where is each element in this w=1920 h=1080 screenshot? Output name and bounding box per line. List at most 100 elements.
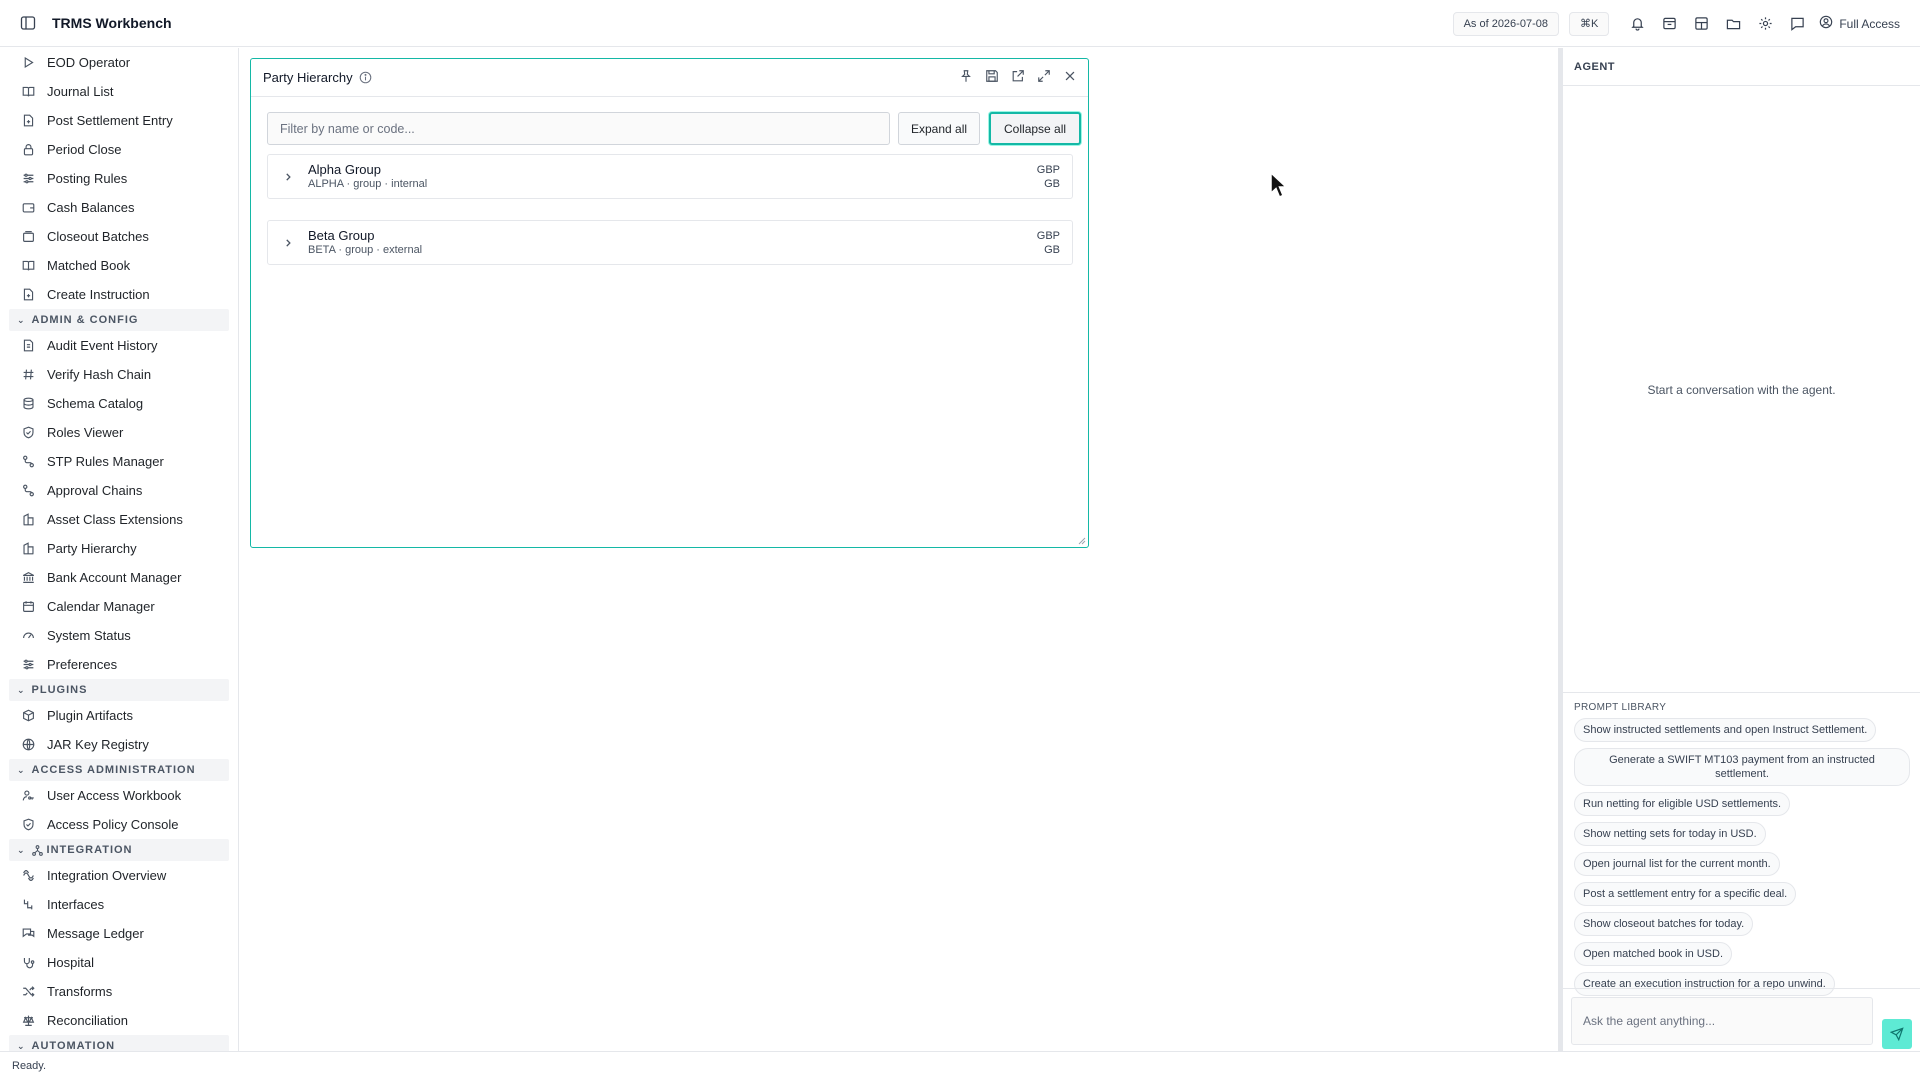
gauge-icon	[21, 629, 35, 643]
sidebar-item-label: Bank Account Manager	[47, 570, 182, 585]
filter-input[interactable]	[267, 112, 890, 145]
route-icon	[21, 455, 35, 469]
send-icon	[1890, 1027, 1904, 1041]
chevron-down-icon: ⌄	[17, 314, 26, 325]
sidebar-item-audit-event-history[interactable]: Audit Event History	[0, 331, 238, 360]
section-label: AUTOMATION	[31, 1040, 116, 1051]
document-plus-icon	[21, 114, 35, 128]
sidebar-item-create-instruction[interactable]: Create Instruction	[0, 280, 238, 309]
save-icon[interactable]	[984, 68, 1000, 84]
sidebar-item-matched-book[interactable]: Matched Book	[0, 251, 238, 280]
sidebar-item-period-close[interactable]: Period Close	[0, 135, 238, 164]
expand-all-button[interactable]: Expand all	[898, 112, 981, 145]
sidebar-item-interfaces[interactable]: Interfaces	[0, 890, 238, 919]
party-currency: GBP	[1036, 230, 1060, 242]
access-level-indicator[interactable]: Full Access	[1819, 15, 1900, 32]
resize-handle-icon[interactable]	[1078, 537, 1086, 545]
building-icon	[21, 513, 35, 527]
sidebar-item-verify-hash-chain[interactable]: Verify Hash Chain	[0, 360, 238, 389]
party-names: Beta Group BETA · group · external	[308, 228, 422, 257]
top-bar: TRMS Workbench As of 2026-07-08 ⌘K Full …	[0, 0, 1920, 47]
sidebar-item-reconciliation[interactable]: Reconciliation	[0, 1006, 238, 1035]
prompt-chip[interactable]: Show closeout batches for today.	[1574, 912, 1754, 936]
user-circle-icon	[1819, 15, 1833, 32]
sidebar-item-stp-rules-manager[interactable]: STP Rules Manager	[0, 447, 238, 476]
status-text: Ready.	[12, 1060, 47, 1072]
sidebar-item-journal-list[interactable]: Journal List	[0, 77, 238, 106]
prompt-chip[interactable]: Post a settlement entry for a specific d…	[1574, 882, 1797, 906]
sidebar-item-user-access-workbook[interactable]: User Access Workbook	[0, 781, 238, 810]
prompt-chip[interactable]: Show netting sets for today in USD.	[1574, 822, 1766, 846]
archive-icon[interactable]	[1660, 15, 1678, 33]
info-icon[interactable]	[359, 71, 372, 84]
party-meta: BETA · group · external	[308, 244, 423, 256]
sidebar-section-integration[interactable]: ⌄ INTEGRATION	[9, 839, 229, 861]
sidebar-item-approval-chains[interactable]: Approval Chains	[0, 476, 238, 505]
sidebar-item-roles-viewer[interactable]: Roles Viewer	[0, 418, 238, 447]
sidebar-section-access-administration[interactable]: ⌄ ACCESS ADMINISTRATION	[9, 759, 229, 781]
sidebar-item-calendar-manager[interactable]: Calendar Manager	[0, 592, 238, 621]
collapse-all-button[interactable]: Collapse all	[989, 112, 1082, 145]
sidebar-item-cash-balances[interactable]: Cash Balances	[0, 193, 238, 222]
prompt-chip[interactable]: Generate a SWIFT MT103 payment from an i…	[1574, 748, 1910, 786]
prompt-chip[interactable]: Run netting for eligible USD settlements…	[1574, 792, 1791, 816]
sidebar-item-asset-class-extensions[interactable]: Asset Class Extensions	[0, 505, 238, 534]
sidebar-item-hospital[interactable]: Hospital	[0, 948, 238, 977]
party-row-beta-group[interactable]: Beta Group BETA · group · external GBP G…	[267, 220, 1073, 265]
sidebar-item-label: System Status	[47, 628, 131, 643]
close-icon[interactable]	[1062, 68, 1078, 84]
send-button[interactable]	[1882, 1019, 1912, 1049]
sidebar-item-label: Post Settlement Entry	[47, 113, 173, 128]
sidebar-item-message-ledger[interactable]: Message Ledger	[0, 919, 238, 948]
sidebar-item-eod-operator[interactable]: EOD Operator	[0, 48, 238, 77]
command-palette-button[interactable]: ⌘K	[1568, 11, 1610, 36]
prompt-chip[interactable]: Show instructed settlements and open Ins…	[1574, 718, 1877, 742]
sidebar-item-label: Message Ledger	[47, 926, 144, 941]
sidebar-section-automation[interactable]: ⌄ AUTOMATION	[9, 1035, 229, 1051]
gear-icon[interactable]	[1756, 15, 1774, 33]
database-icon	[21, 397, 35, 411]
bell-icon[interactable]	[1628, 15, 1646, 33]
maximize-icon[interactable]	[1036, 68, 1052, 84]
sidebar-item-posting-rules[interactable]: Posting Rules	[0, 164, 238, 193]
lock-icon	[21, 143, 35, 157]
sidebar-section-admin-config[interactable]: ⌄ ADMIN & CONFIG	[9, 309, 229, 331]
sidebar-item-access-policy-console[interactable]: Access Policy Console	[0, 810, 238, 839]
sidebar-item-schema-catalog[interactable]: Schema Catalog	[0, 389, 238, 418]
external-link-icon[interactable]	[1010, 68, 1026, 84]
chevron-right-icon[interactable]	[280, 238, 296, 248]
prompt-chip[interactable]: Open journal list for the current month.	[1574, 852, 1780, 876]
party-row-alpha-group[interactable]: Alpha Group ALPHA · group · internal GBP…	[267, 154, 1073, 199]
hospital-icon	[21, 956, 35, 970]
agent-input[interactable]	[1571, 997, 1874, 1045]
sidebar-item-plugin-artifacts[interactable]: Plugin Artifacts	[0, 701, 238, 730]
sidebar-item-preferences[interactable]: Preferences	[0, 650, 238, 679]
as-of-date-badge[interactable]: As of 2026-07-08	[1452, 11, 1559, 36]
sidebar-section-plugins[interactable]: ⌄ PLUGINS	[9, 679, 229, 701]
section-label: ACCESS ADMINISTRATION	[31, 764, 196, 776]
folder-icon[interactable]	[1724, 15, 1742, 33]
layout-icon[interactable]	[1692, 15, 1710, 33]
globe-icon	[21, 738, 35, 752]
prompt-chip[interactable]: Open matched book in USD.	[1574, 942, 1733, 966]
sidebar-item-closeout-batches[interactable]: Closeout Batches	[0, 222, 238, 251]
sidebar-item-party-hierarchy[interactable]: Party Hierarchy	[0, 534, 238, 563]
pin-icon[interactable]	[958, 68, 974, 84]
chat-icon[interactable]	[1788, 15, 1806, 33]
sidebar-item-label: Preferences	[47, 657, 118, 672]
app-title: TRMS Workbench	[52, 15, 172, 31]
sidebar-item-label: Plugin Artifacts	[47, 708, 133, 723]
sidebar-item-jar-key-registry[interactable]: JAR Key Registry	[0, 730, 238, 759]
chevron-down-icon: ⌄	[17, 844, 26, 855]
chevron-right-icon[interactable]	[280, 172, 296, 182]
command-shortcut: ⌘K	[1579, 18, 1599, 30]
sidebar-item-integration-overview[interactable]: Integration Overview	[0, 861, 238, 890]
party-codes: GBP GB	[1037, 229, 1060, 257]
sidebar-item-post-settlement-entry[interactable]: Post Settlement Entry	[0, 106, 238, 135]
sidebar-item-bank-account-manager[interactable]: Bank Account Manager	[0, 563, 238, 592]
sidebar-item-system-status[interactable]: System Status	[0, 621, 238, 650]
sidebar-toggle-icon[interactable]	[18, 13, 38, 33]
network-icon	[31, 844, 43, 856]
shuffle-icon	[21, 985, 35, 999]
sidebar-item-transforms[interactable]: Transforms	[0, 977, 238, 1006]
